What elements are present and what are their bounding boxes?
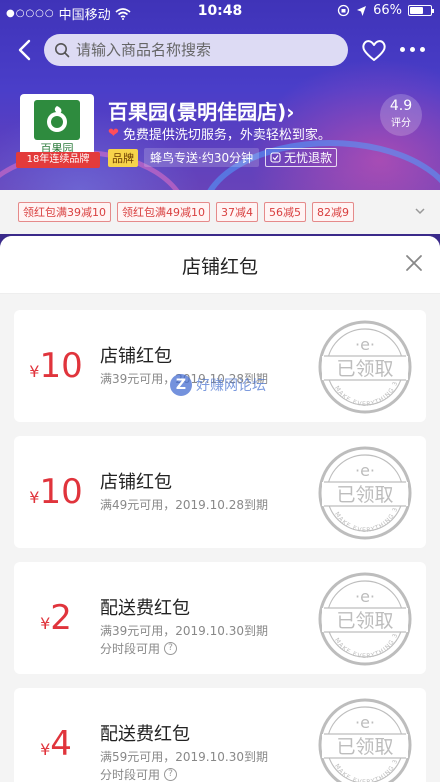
orientation-lock-icon	[337, 4, 350, 17]
store-tags: 品牌 蜂鸟专送·约30分钟 无忧退款	[108, 148, 338, 167]
coupon-title: 配送费红包	[100, 724, 190, 745]
stamp-status-text: 已领取	[336, 736, 393, 758]
coupon-card[interactable]: ¥4 配送费红包 满59元可用，2019.10.30到期 分时段可用 ? ·e·…	[14, 688, 426, 782]
watermark-text: 好赚网论坛	[196, 378, 266, 394]
battery-percent: 66%	[373, 3, 402, 18]
coupon-card[interactable]: ¥2 配送费红包 满39元可用，2019.10.30到期 分时段可用 ? ·e·…	[14, 562, 426, 674]
sheet-header: 店铺红包	[0, 236, 440, 294]
coupon-amount: ¥10	[29, 472, 83, 512]
stamp-status-text: 已领取	[336, 610, 393, 632]
store-name[interactable]: 百果园(景明佳园店)›	[108, 96, 295, 125]
heart-icon: ❤	[108, 126, 119, 141]
stamp-logo-text: ·e·	[355, 461, 375, 480]
search-icon	[55, 43, 70, 58]
more-options-icon[interactable]	[400, 42, 430, 56]
status-bar: ●○○○○ 中国移动 10:48 66%	[0, 0, 440, 24]
coupon-strip: 领红包满39减10 领红包满49减10 37减4 56减5 82减9	[0, 190, 440, 234]
rating-label: 评分	[391, 118, 411, 129]
coupon-chip[interactable]: 82减9	[312, 202, 354, 222]
claimed-stamp: ·e·已领取MAKE EVERYTHING 30	[316, 444, 412, 540]
nav-bar	[0, 32, 440, 68]
coupon-title: 配送费红包	[100, 598, 190, 619]
rating-score: 4.9	[389, 98, 413, 114]
coupon-title: 店铺红包	[100, 472, 172, 493]
watermark-logo-icon: Z	[170, 374, 192, 396]
store-rating[interactable]: 4.9 评分	[380, 94, 422, 136]
help-icon[interactable]: ?	[164, 642, 178, 655]
stamp-status-text: 已领取	[336, 484, 393, 506]
refund-badge: 无忧退款	[265, 148, 338, 167]
chevron-down-icon[interactable]	[414, 205, 426, 217]
close-icon[interactable]	[404, 253, 424, 273]
coupon-card[interactable]: ¥10 店铺红包 满39元可用，2019.10.28到期 ·e·已领取MAKE …	[14, 310, 426, 422]
coupon-amount: ¥10	[29, 346, 83, 386]
coupon-time-note: 分时段可用 ?	[100, 640, 178, 657]
coupon-title: 店铺红包	[100, 346, 172, 367]
coupon-chips: 领红包满39减10 领红包满49减10 37减4 56减5 82减9	[18, 202, 354, 222]
claimed-stamp: ·e·已领取MAKE EVERYTHING 30	[316, 570, 412, 666]
coupon-chip[interactable]: 37减4	[216, 202, 258, 222]
coupon-conditions: 满39元可用，2019.10.30到期	[100, 624, 268, 638]
chevron-right-icon: ›	[286, 100, 295, 124]
forum-watermark: Z 好赚网论坛	[170, 374, 266, 396]
coupon-amount: ¥2	[40, 598, 72, 638]
shield-icon	[270, 152, 281, 163]
stamp-logo-text: ·e·	[355, 587, 375, 606]
search-bar[interactable]	[44, 34, 348, 66]
fruit-logo-mark	[34, 100, 80, 140]
claimed-stamp: ·e·已领取MAKE EVERYTHING 30	[316, 696, 412, 782]
brand-tag: 品牌	[108, 148, 138, 167]
delivery-info: 蜂鸟专送·约30分钟	[144, 148, 260, 167]
coupon-card[interactable]: ¥10 店铺红包 满49元可用，2019.10.28到期 ·e· 已领取 MAKE …	[14, 436, 426, 548]
help-icon[interactable]: ?	[164, 768, 178, 781]
sheet-title: 店铺红包	[181, 256, 258, 278]
claimed-stamp: ·e·已领取MAKE EVERYTHING 30	[316, 318, 412, 414]
coupon-conditions: 满49元可用，2019.10.28到期	[100, 498, 268, 512]
back-arrow-icon[interactable]	[12, 36, 38, 64]
stamp-status-text: 已领取	[336, 358, 393, 380]
coupon-time-note: 分时段可用 ?	[100, 766, 178, 782]
coupon-amount: ¥4	[40, 724, 72, 764]
coupon-chip[interactable]: 领红包满49减10	[117, 202, 210, 222]
stamp-logo-text: ·e·	[355, 335, 375, 354]
battery-icon	[408, 5, 434, 16]
coupon-chip[interactable]: 领红包满39减10	[18, 202, 111, 222]
location-icon	[357, 5, 367, 16]
favorite-heart-icon[interactable]	[360, 36, 388, 64]
coupon-chip[interactable]: 56减5	[264, 202, 306, 222]
coupon-conditions: 满59元可用，2019.10.30到期	[100, 750, 268, 764]
store-description: ❤ 免费提供洗切服务，外卖轻松到家。	[108, 126, 331, 143]
stamp-logo-text: ·e·	[355, 713, 375, 732]
years-badge: 18年连续品牌	[16, 152, 100, 168]
search-input[interactable]	[76, 41, 316, 59]
coupon-sheet: 店铺红包 ¥10 店铺红包 满39元可用，2019.10.28到期 ·e·已领取…	[0, 236, 440, 782]
